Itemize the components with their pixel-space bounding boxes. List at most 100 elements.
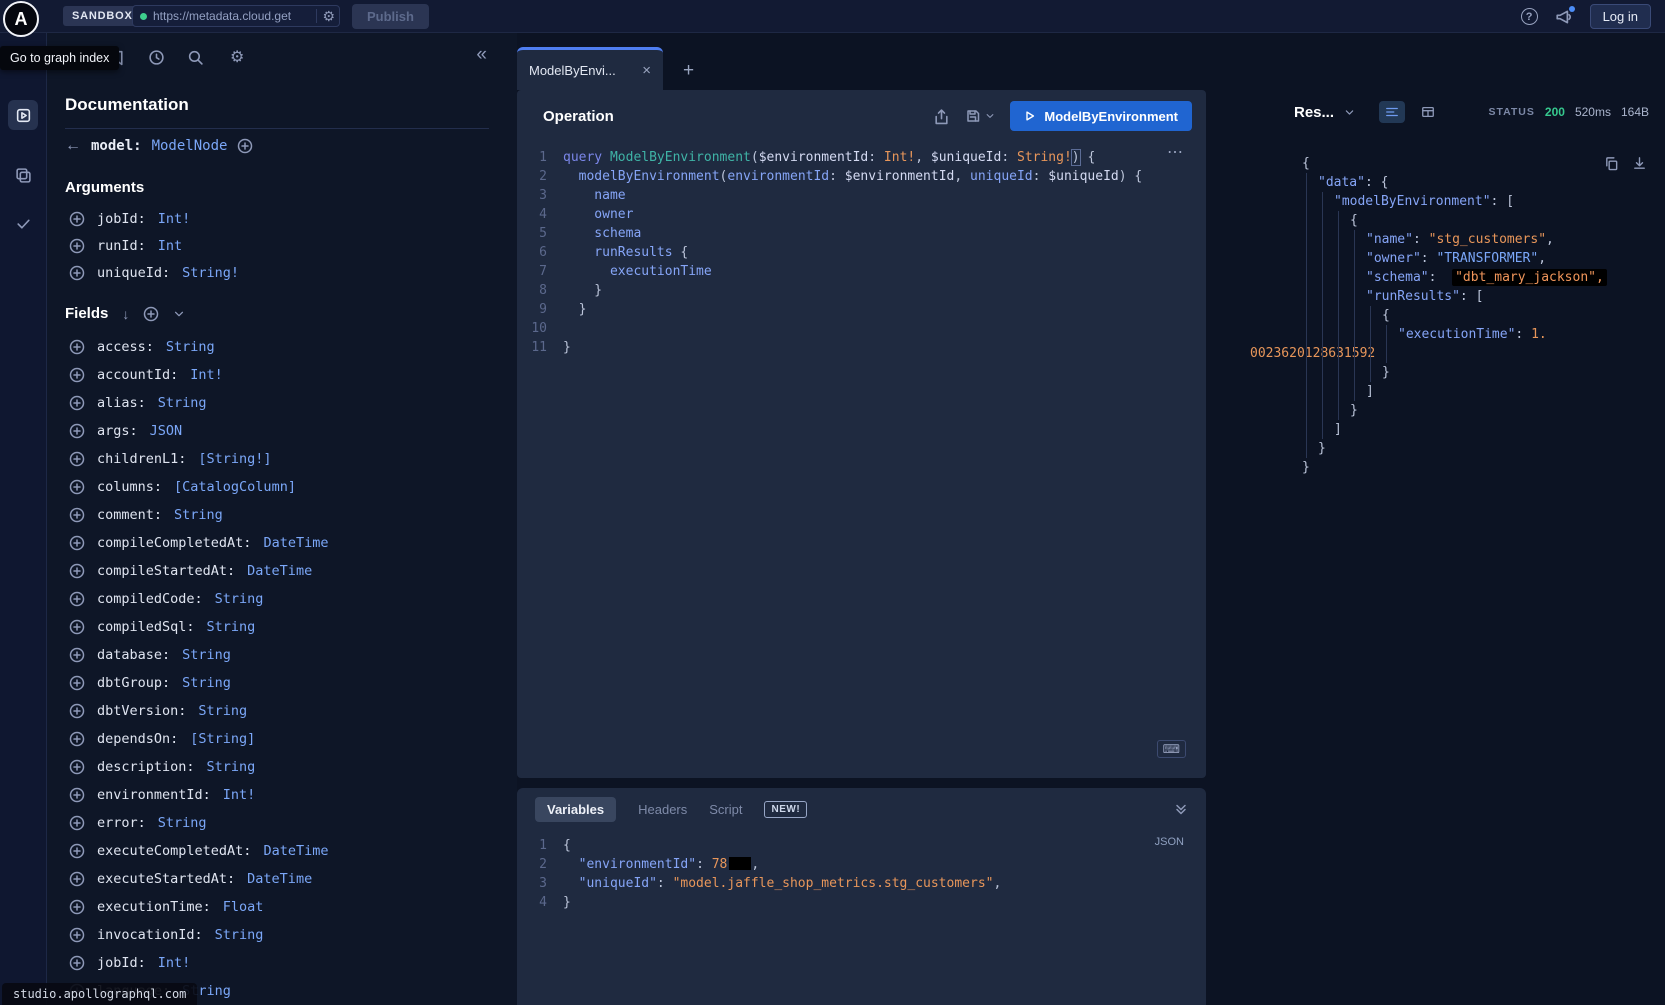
- save-button[interactable]: [965, 108, 995, 124]
- doc-field-row[interactable]: childrenL1:[String!]: [47, 445, 517, 473]
- search-icon[interactable]: [187, 49, 204, 66]
- add-to-operation-icon[interactable]: [69, 451, 85, 467]
- copy-response-icon[interactable]: [1604, 156, 1619, 171]
- doc-field-row[interactable]: executionTime:Float: [47, 893, 517, 921]
- doc-field-row[interactable]: description:String: [47, 753, 517, 781]
- field-type[interactable]: String: [207, 619, 256, 635]
- connection-settings-gear-icon[interactable]: ⚙: [316, 9, 335, 23]
- history-icon[interactable]: [148, 49, 165, 66]
- help-icon[interactable]: ?: [1521, 8, 1538, 25]
- doc-field-row[interactable]: executeStartedAt:DateTime: [47, 865, 517, 893]
- add-to-operation-icon[interactable]: [69, 899, 85, 915]
- tab-script[interactable]: Script: [709, 802, 742, 817]
- tab-modelbyenvironment[interactable]: ModelByEnvi... ×: [517, 47, 663, 90]
- add-to-operation-icon[interactable]: [69, 815, 85, 831]
- publish-button[interactable]: Publish: [352, 4, 429, 29]
- table-view-button[interactable]: [1415, 101, 1441, 123]
- field-type[interactable]: DateTime: [263, 843, 328, 859]
- field-type[interactable]: Int!: [158, 955, 191, 971]
- field-type[interactable]: [String]: [190, 731, 255, 747]
- add-to-operation-icon[interactable]: [69, 479, 85, 495]
- doc-field-row[interactable]: compiledCode:String: [47, 585, 517, 613]
- doc-field-row[interactable]: jobId:Int!: [47, 949, 517, 977]
- tab-headers[interactable]: Headers: [638, 802, 687, 817]
- run-operation-button[interactable]: ModelByEnvironment: [1010, 101, 1192, 131]
- field-type[interactable]: Float: [223, 899, 264, 915]
- field-type[interactable]: String: [174, 507, 223, 523]
- sort-fields-icon[interactable]: ↓: [122, 306, 129, 322]
- field-type[interactable]: DateTime: [263, 535, 328, 551]
- doc-field-row[interactable]: executeCompletedAt:DateTime: [47, 837, 517, 865]
- field-type[interactable]: JSON: [150, 423, 183, 439]
- doc-field-row[interactable]: access:String: [47, 333, 517, 361]
- field-type[interactable]: Int: [158, 238, 182, 254]
- add-to-operation-icon[interactable]: [69, 731, 85, 747]
- field-type[interactable]: Int!: [190, 367, 223, 383]
- doc-field-row[interactable]: runId:Int: [47, 232, 517, 259]
- add-to-operation-icon[interactable]: [69, 367, 85, 383]
- field-type[interactable]: String: [158, 395, 207, 411]
- announcements-button[interactable]: [1555, 8, 1573, 26]
- doc-field-row[interactable]: columns:[CatalogColumn]: [47, 473, 517, 501]
- new-tab-button[interactable]: +: [683, 61, 694, 80]
- nav-explorer-button[interactable]: [8, 100, 38, 130]
- chevron-down-icon[interactable]: [985, 111, 995, 121]
- add-to-operation-icon[interactable]: [69, 675, 85, 691]
- add-to-operation-icon[interactable]: [69, 871, 85, 887]
- add-to-operation-icon[interactable]: [69, 211, 85, 227]
- nav-collections-button[interactable]: [8, 160, 38, 190]
- add-to-operation-icon[interactable]: [69, 703, 85, 719]
- line-menu-icon[interactable]: ⋯: [1167, 142, 1184, 162]
- doc-field-row[interactable]: compiledSql:String: [47, 613, 517, 641]
- add-to-operation-icon[interactable]: [69, 787, 85, 803]
- doc-field-row[interactable]: args:JSON: [47, 417, 517, 445]
- add-to-operation-icon[interactable]: [69, 843, 85, 859]
- download-response-icon[interactable]: [1632, 156, 1647, 171]
- add-to-operation-icon[interactable]: [69, 759, 85, 775]
- keyboard-shortcuts-icon[interactable]: ⌨: [1157, 740, 1186, 758]
- add-to-operation-icon[interactable]: [69, 339, 85, 355]
- doc-field-row[interactable]: accountId:Int!: [47, 361, 517, 389]
- apollo-logo[interactable]: A: [3, 1, 39, 37]
- doc-field-row[interactable]: dependsOn:[String]: [47, 725, 517, 753]
- doc-field-row[interactable]: dbtGroup:String: [47, 669, 517, 697]
- field-type[interactable]: String: [207, 759, 256, 775]
- add-to-operation-icon[interactable]: [69, 955, 85, 971]
- add-fields-icon[interactable]: [143, 306, 159, 322]
- login-button[interactable]: Log in: [1590, 4, 1651, 29]
- add-all-fields-icon[interactable]: [237, 138, 253, 154]
- add-to-operation-icon[interactable]: [69, 927, 85, 943]
- field-type[interactable]: [String!]: [198, 451, 271, 467]
- field-type[interactable]: Int!: [223, 787, 256, 803]
- field-type[interactable]: String!: [182, 265, 239, 281]
- field-type[interactable]: String: [166, 339, 215, 355]
- field-type[interactable]: String: [182, 647, 231, 663]
- add-to-operation-icon[interactable]: [69, 423, 85, 439]
- endpoint-url-input[interactable]: https://metadata.cloud.get ⚙: [132, 5, 340, 27]
- field-type[interactable]: DateTime: [247, 871, 312, 887]
- doc-field-row[interactable]: environmentId:Int!: [47, 781, 517, 809]
- doc-field-row[interactable]: jobId:Int!: [47, 205, 517, 232]
- field-type[interactable]: String: [158, 815, 207, 831]
- add-to-operation-icon[interactable]: [69, 265, 85, 281]
- nav-checks-button[interactable]: [8, 208, 38, 238]
- doc-field-row[interactable]: invocationId:String: [47, 921, 517, 949]
- add-to-operation-icon[interactable]: [69, 619, 85, 635]
- doc-field-row[interactable]: error:String: [47, 809, 517, 837]
- field-type[interactable]: String: [215, 591, 264, 607]
- chevron-down-icon[interactable]: [173, 308, 185, 320]
- share-icon[interactable]: [933, 108, 950, 125]
- doc-field-row[interactable]: comment:String: [47, 501, 517, 529]
- variables-editor[interactable]: 1{2 "environmentId": 78,3 "uniqueId": "m…: [517, 830, 1206, 912]
- field-type[interactable]: Int!: [158, 211, 191, 227]
- type-name-link[interactable]: ModelNode: [152, 138, 228, 154]
- field-type[interactable]: DateTime: [247, 563, 312, 579]
- close-tab-icon[interactable]: ×: [642, 63, 651, 78]
- doc-field-row[interactable]: alias:String: [47, 389, 517, 417]
- add-to-operation-icon[interactable]: [69, 395, 85, 411]
- field-type[interactable]: [CatalogColumn]: [174, 479, 296, 495]
- doc-field-row[interactable]: compileCompletedAt:DateTime: [47, 529, 517, 557]
- collapse-panel-button[interactable]: «: [476, 45, 487, 64]
- formatted-view-button[interactable]: [1379, 101, 1405, 123]
- doc-field-row[interactable]: compileStartedAt:DateTime: [47, 557, 517, 585]
